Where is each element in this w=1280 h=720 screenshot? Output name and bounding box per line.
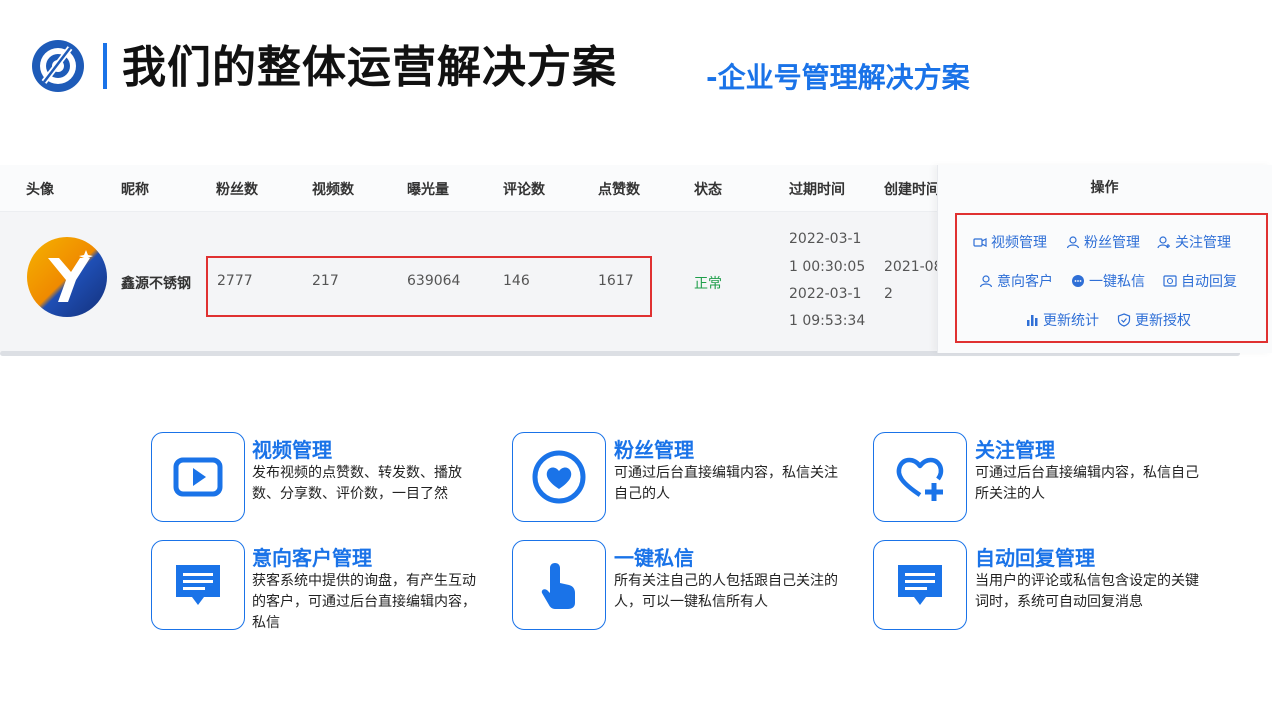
feature-title: 一键私信 (614, 546, 694, 570)
follow-manage-card-icon (873, 432, 967, 522)
operations-highlight-box (955, 213, 1268, 343)
one-click-message-card-icon (512, 540, 606, 630)
stats-highlight-box (206, 256, 652, 317)
heart-plus-icon (896, 457, 944, 501)
expire-time-line: 1 09:53:34 (789, 313, 866, 329)
message-icon (898, 565, 942, 605)
col-nickname: 昵称 (121, 182, 149, 198)
feature-title: 意向客户管理 (252, 546, 372, 570)
col-comments: 评论数 (503, 182, 545, 198)
heart-icon (532, 450, 586, 504)
expire-time-line: 1 00:30:05 (789, 259, 866, 275)
col-likes: 点赞数 (598, 182, 640, 198)
created-time-line: 2021-08 (884, 259, 943, 275)
col-status: 状态 (694, 182, 722, 198)
account-avatar (27, 237, 107, 317)
auto-reply-card-icon (873, 540, 967, 630)
created-time-line: 2 (884, 286, 893, 302)
video-manage-card-icon (151, 432, 245, 522)
page-subtitle: -企业号管理解决方案 (706, 61, 970, 94)
status-badge: 正常 (694, 276, 722, 292)
col-expire-time: 过期时间 (789, 182, 845, 198)
col-created-time: 创建时间 (884, 182, 940, 198)
title-divider (103, 43, 107, 89)
feature-title: 视频管理 (252, 438, 332, 462)
fans-manage-card-icon (512, 432, 606, 522)
col-avatar: 头像 (26, 182, 54, 198)
feature-desc: 获客系统中提供的询盘，有产生互动的客户，可通过后台直接编辑内容，私信 (252, 573, 476, 631)
feature-desc: 当用户的评论或私信包含设定的关键词时，系统可自动回复消息 (975, 573, 1199, 610)
account-nickname: 鑫源不锈钢 (121, 276, 191, 292)
hand-tap-icon (541, 563, 575, 609)
feature-title: 粉丝管理 (614, 438, 694, 462)
page-title: 我们的整体运营解决方案 (122, 42, 617, 93)
col-videos: 视频数 (312, 182, 354, 198)
video-play-icon (173, 457, 223, 497)
feature-desc: 可通过后台直接编辑内容，私信关注自己的人 (614, 465, 838, 502)
expire-time-line: 2022-03-1 (789, 286, 862, 302)
col-operations: 操作 (1090, 180, 1119, 196)
feature-title: 自动回复管理 (975, 546, 1095, 570)
col-exposure: 曝光量 (407, 182, 449, 198)
intent-customer-card-icon (151, 540, 245, 630)
col-fans: 粉丝数 (216, 182, 258, 198)
brand-logo (32, 40, 84, 92)
feature-desc: 所有关注自己的人包括跟自己关注的人，可以一键私信所有人 (614, 573, 838, 610)
feature-desc: 可通过后台直接编辑内容，私信自己所关注的人 (975, 465, 1199, 502)
message-icon (176, 565, 220, 605)
feature-desc: 发布视频的点赞数、转发数、播放数、分享数、评价数，一目了然 (252, 465, 462, 502)
expire-time-line: 2022-03-1 (789, 231, 862, 247)
feature-title: 关注管理 (975, 438, 1055, 462)
